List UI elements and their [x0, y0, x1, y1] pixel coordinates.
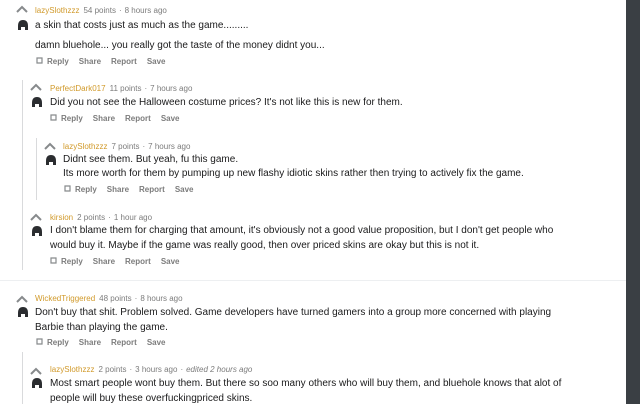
meta-separator: · — [118, 6, 122, 15]
comment-text: a skin that costs just as much as the ga… — [35, 20, 249, 31]
comment-text: Most smart people wont buy them. But the… — [50, 378, 562, 404]
reply-button[interactable]: Reply — [50, 257, 83, 266]
meta-separator: · — [142, 142, 146, 151]
report-button[interactable]: Report — [111, 57, 137, 66]
upvote-icon[interactable] — [44, 141, 56, 151]
comment-meta: WickedTriggered 48 points · 8 hours ago — [35, 292, 183, 306]
report-button[interactable]: Report — [139, 185, 165, 194]
comment-text: damn bluehole... you really got the tast… — [35, 40, 325, 51]
scrollbar-track[interactable] — [626, 0, 640, 404]
avatar-icon — [18, 307, 28, 317]
timestamp[interactable]: 7 hours ago — [148, 142, 190, 151]
upvote-icon[interactable] — [30, 212, 42, 222]
comment-text: Did you not see the Halloween costume pr… — [50, 97, 403, 108]
meta-separator: · — [180, 365, 184, 374]
reply-label: Reply — [61, 114, 83, 123]
meta-separator: · — [129, 365, 133, 374]
username-link[interactable]: kirsion — [50, 213, 73, 222]
thread-indent-line[interactable] — [22, 352, 23, 404]
reply-button[interactable]: Reply — [36, 338, 69, 347]
save-button[interactable]: Save — [175, 185, 194, 194]
save-button[interactable]: Save — [147, 338, 166, 347]
timestamp[interactable]: 8 hours ago — [125, 6, 167, 15]
comment-actions: Reply Share Report Save — [64, 184, 204, 196]
thread-indent-line[interactable] — [22, 80, 23, 270]
reply-button[interactable]: Reply — [36, 57, 69, 66]
report-button[interactable]: Report — [111, 338, 137, 347]
timestamp[interactable]: 1 hour ago — [114, 213, 152, 222]
username-link[interactable]: lazySlothzzz — [63, 142, 107, 151]
timestamp[interactable]: 3 hours ago — [135, 365, 177, 374]
share-button[interactable]: Share — [93, 257, 115, 266]
meta-separator: · — [144, 84, 148, 93]
comment-text: Don't buy that shit. Problem solved. Gam… — [35, 307, 552, 333]
reply-label: Reply — [61, 257, 83, 266]
avatar-icon — [32, 378, 42, 388]
timestamp[interactable]: 7 hours ago — [150, 84, 192, 93]
upvote-icon[interactable] — [16, 294, 28, 304]
comment-thread: lazySlothzzz 54 points · 8 hours ago a skin… — [0, 0, 626, 404]
meta-separator: · — [108, 213, 111, 222]
share-button[interactable]: Share — [79, 57, 101, 66]
share-button[interactable]: Share — [93, 114, 115, 123]
comment-actions: Reply Share Report Save — [50, 256, 190, 268]
points-count: 2 points — [98, 365, 127, 374]
reply-icon — [64, 185, 71, 192]
comment-meta: lazySlothzzz 54 points · 8 hours ago — [35, 4, 167, 18]
comment-meta: PerfectDark017 11 points · 7 hours ago — [50, 82, 192, 96]
username-link[interactable]: PerfectDark017 — [50, 84, 106, 93]
reply-button[interactable]: Reply — [64, 185, 97, 194]
avatar-icon — [18, 20, 28, 30]
reply-button[interactable]: Reply — [50, 114, 83, 123]
upvote-icon[interactable] — [30, 366, 42, 376]
reply-label: Reply — [75, 185, 97, 194]
comment-text: Didnt see them. But yeah, fu this game. — [63, 154, 239, 165]
save-button[interactable]: Save — [161, 114, 180, 123]
timestamp[interactable]: 8 hours ago — [140, 294, 182, 303]
username-link[interactable]: lazySlothzzz — [35, 6, 79, 15]
comment-text: I don't blame them for charging that amo… — [50, 225, 554, 251]
upvote-icon[interactable] — [30, 82, 42, 92]
share-button[interactable]: Share — [79, 338, 101, 347]
avatar-icon — [46, 155, 56, 165]
points-count: 11 points — [109, 84, 142, 93]
upvote-icon[interactable] — [16, 4, 28, 14]
report-button[interactable]: Report — [125, 257, 151, 266]
points-count: 2 points — [77, 213, 106, 222]
points-count: 54 points — [83, 6, 116, 15]
save-button[interactable]: Save — [161, 257, 180, 266]
comment-actions: Reply Share Report Save — [36, 337, 176, 349]
reply-label: Reply — [47, 338, 69, 347]
meta-separator: · — [134, 294, 138, 303]
report-button[interactable]: Report — [125, 114, 151, 123]
avatar-icon — [32, 226, 42, 236]
reply-icon — [50, 114, 57, 121]
edited-note: edited 2 hours ago — [186, 365, 253, 374]
points-count: 48 points — [99, 294, 132, 303]
reply-icon — [36, 57, 43, 64]
comment-text: Its more worth for them by pumping up ne… — [63, 168, 524, 179]
reply-icon — [50, 257, 57, 264]
thread-indent-line[interactable] — [36, 138, 37, 200]
share-button[interactable]: Share — [107, 185, 129, 194]
avatar-icon — [32, 97, 42, 107]
reply-label: Reply — [47, 57, 69, 66]
comment-actions: Reply Share Report Save — [36, 56, 176, 68]
reply-icon — [36, 338, 43, 345]
points-count: 7 points — [111, 142, 140, 151]
username-link[interactable]: WickedTriggered — [35, 294, 95, 303]
page: lazySlothzzz 54 points · 8 hours ago a skin… — [0, 0, 640, 404]
comment-actions: Reply Share Report Save — [50, 113, 190, 125]
username-link[interactable]: lazySlothzzz — [50, 365, 94, 374]
comment-meta: lazySlothzzz 2 points · 3 hours ago · edited … — [50, 363, 252, 377]
save-button[interactable]: Save — [147, 57, 166, 66]
thread-divider — [0, 280, 626, 281]
